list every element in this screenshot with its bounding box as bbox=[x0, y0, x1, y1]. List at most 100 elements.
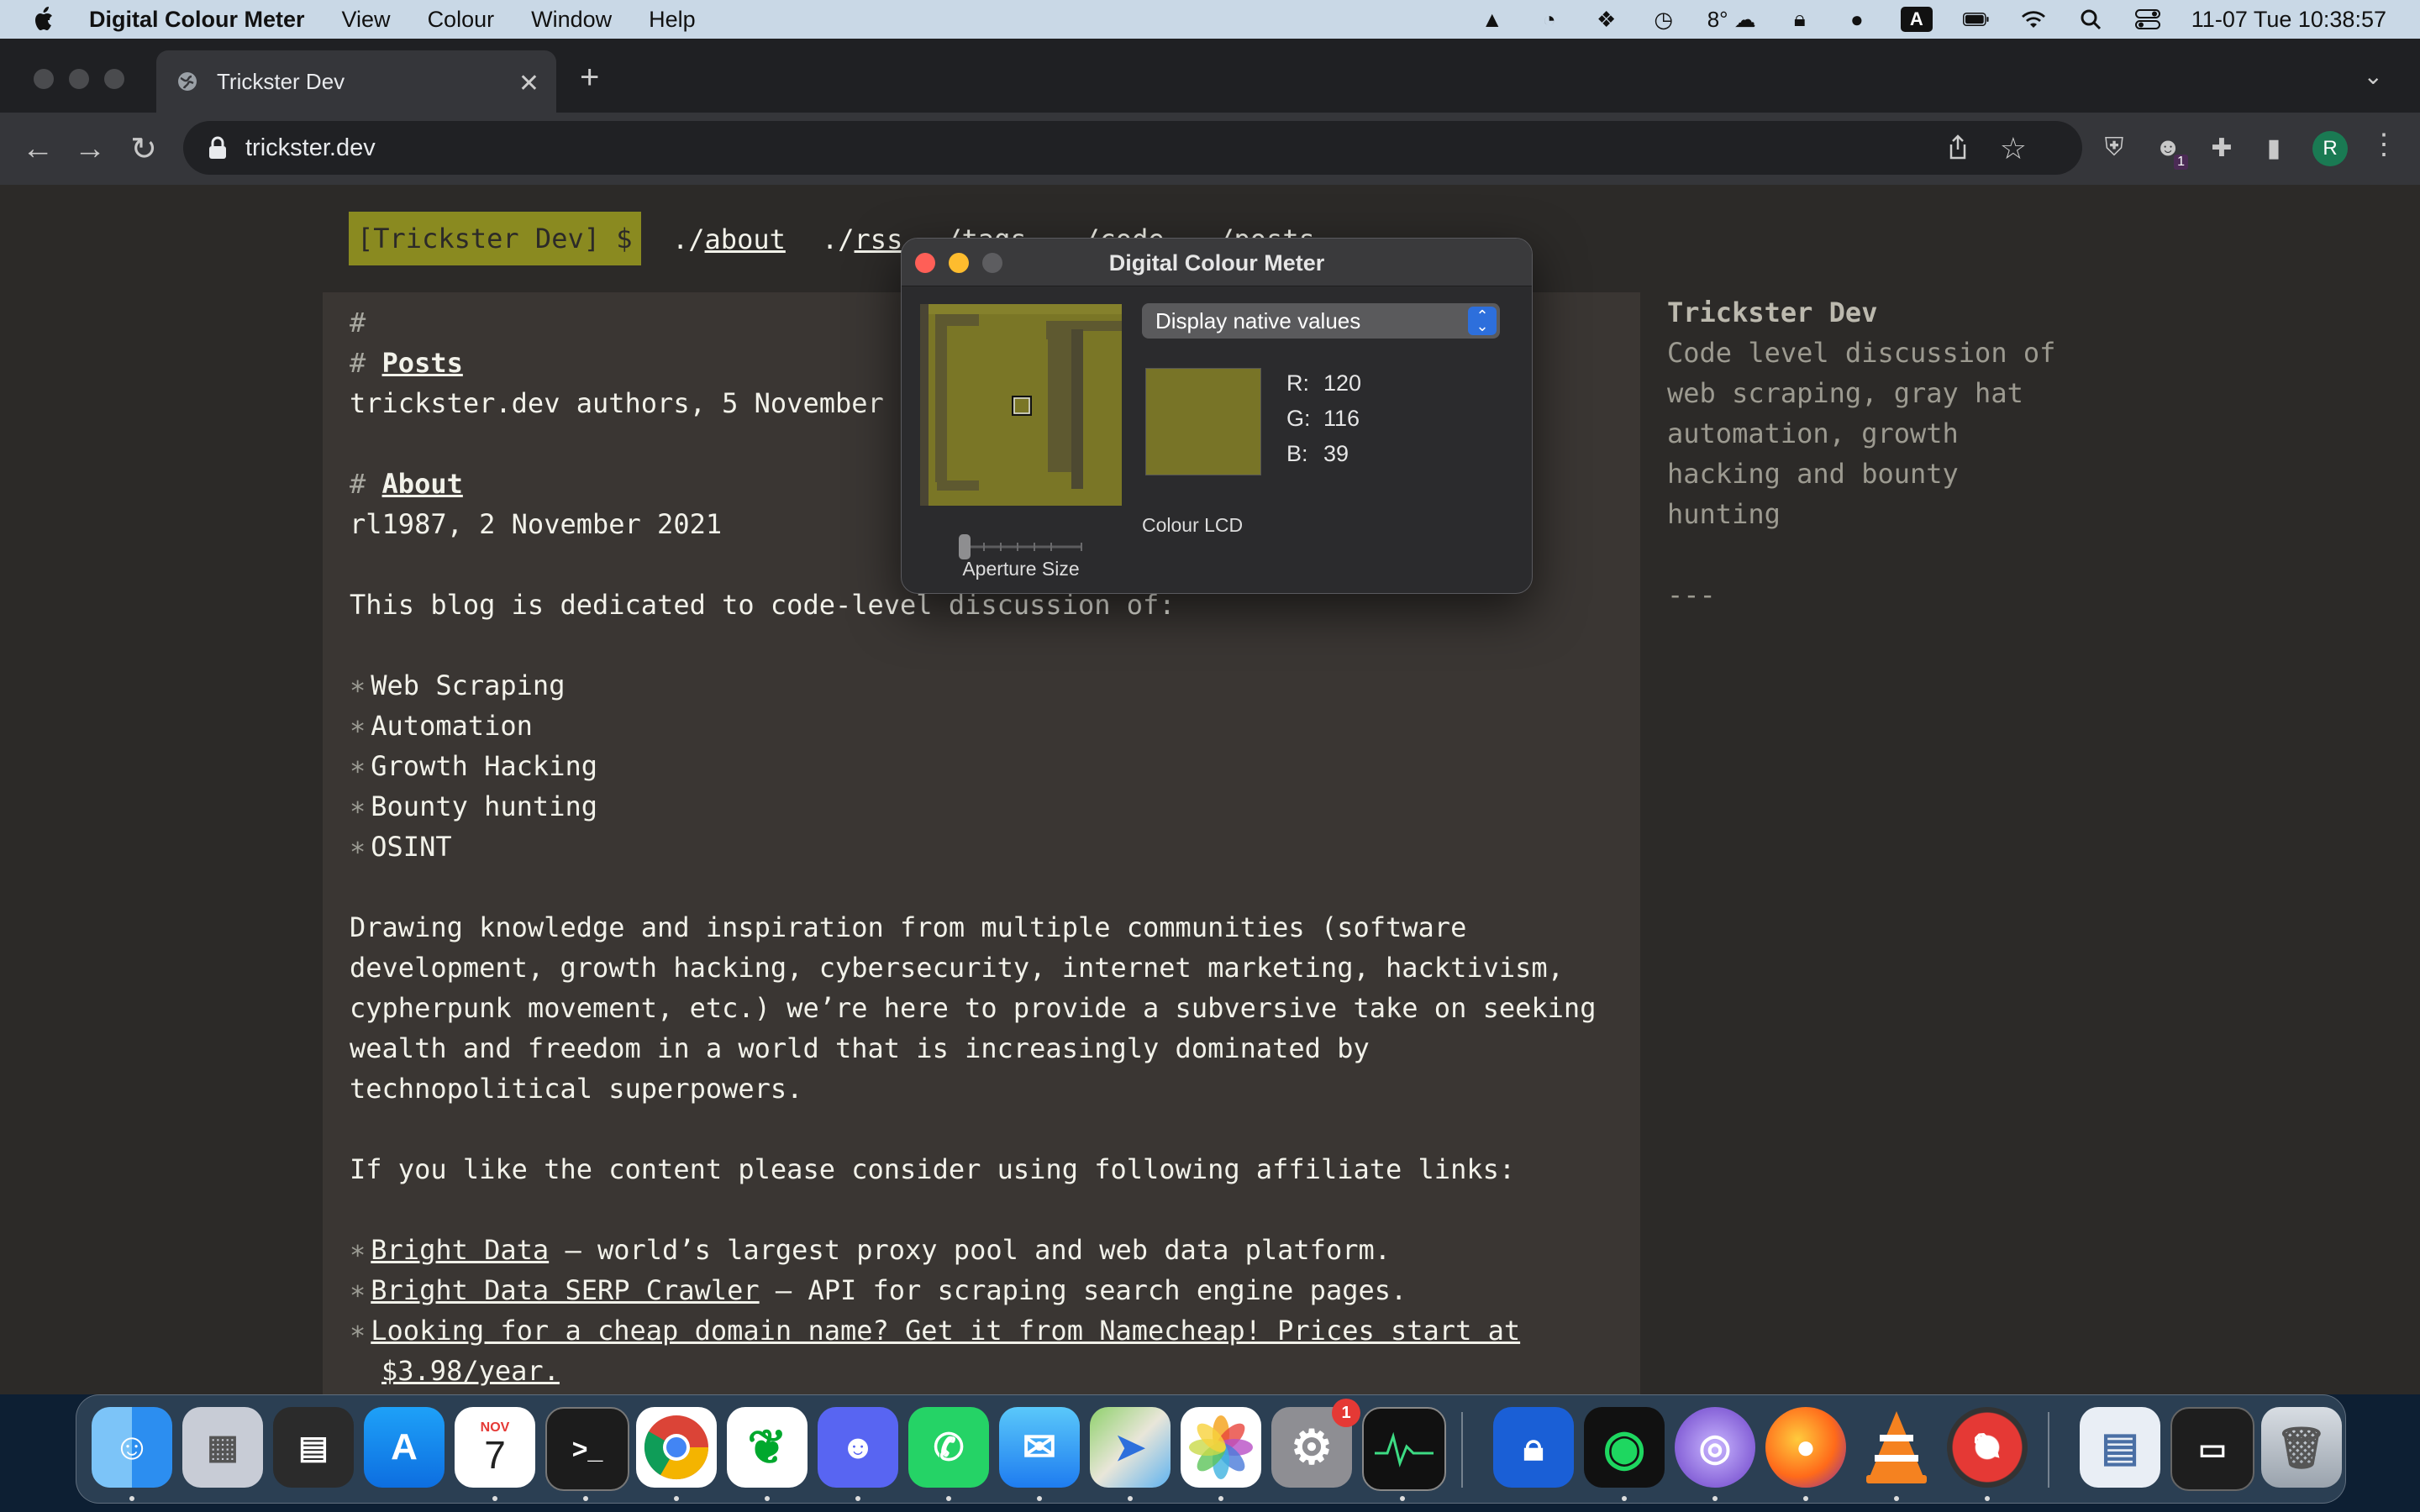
affiliate-link-serp-crawler[interactable]: Bright Data SERP Crawler bbox=[371, 1274, 759, 1306]
dock-photos-icon[interactable] bbox=[1181, 1407, 1261, 1488]
affiliate-item: ∗ Bright Data SERP Crawler – API for scra… bbox=[350, 1270, 1407, 1310]
bullet-asterisk-icon: ∗ bbox=[350, 710, 366, 742]
reload-icon[interactable]: ↻ bbox=[123, 128, 165, 170]
magnifier-preview bbox=[920, 304, 1122, 506]
dock-instruments-icon[interactable]: ✎ bbox=[1947, 1407, 2028, 1488]
battery-icon[interactable] bbox=[1962, 7, 1990, 32]
dock-activity-monitor-icon[interactable] bbox=[1362, 1407, 1446, 1491]
dock-spotify-icon[interactable]: ◉ bbox=[1584, 1407, 1665, 1488]
bookmark-star-icon[interactable]: ☆ bbox=[2000, 131, 2027, 166]
affiliate-link-namecheap[interactable]: Looking for a cheap domain name? Get it … bbox=[371, 1315, 1520, 1347]
affiliate-link-bright-data[interactable]: Bright Data bbox=[371, 1234, 549, 1266]
dropbox-icon[interactable]: ❖ bbox=[1593, 7, 1620, 32]
dock-maps-icon[interactable]: ➤ bbox=[1090, 1407, 1171, 1488]
nav-link-rss[interactable]: ./rss bbox=[822, 223, 902, 255]
menu-help[interactable]: Help bbox=[649, 7, 696, 33]
magnified-pixels bbox=[920, 304, 1122, 506]
green-label: G: bbox=[1286, 406, 1311, 431]
menu-window[interactable]: Window bbox=[531, 7, 612, 33]
sidebar-line: web scraping, gray hat bbox=[1667, 377, 2023, 409]
evernote-status-icon[interactable]: ● bbox=[1844, 7, 1870, 32]
timer-icon[interactable]: ◷ bbox=[1650, 7, 1677, 32]
dock-documents-folder-icon[interactable]: ▤ bbox=[2080, 1407, 2160, 1488]
share-icon[interactable] bbox=[1943, 133, 1973, 163]
running-indicator bbox=[1128, 1496, 1133, 1501]
menu-colour[interactable]: Colour bbox=[428, 7, 495, 33]
temperature-text: 8° bbox=[1707, 6, 1728, 32]
vlc-status-icon[interactable]: ▲ bbox=[1479, 7, 1506, 32]
side-panel-icon[interactable]: ▮ bbox=[2257, 131, 2291, 165]
dock-launchpad-icon[interactable]: ▦ bbox=[182, 1407, 263, 1488]
running-indicator bbox=[946, 1496, 951, 1501]
tab-strip: Trickster Dev ✕ + ⌄ bbox=[0, 39, 2420, 113]
dock-system-settings-icon[interactable]: ⚙ 1 bbox=[1271, 1399, 1360, 1488]
hash-mark: # bbox=[350, 468, 366, 500]
running-indicator bbox=[855, 1496, 860, 1501]
app-menu[interactable]: Digital Colour Meter bbox=[89, 7, 305, 33]
dock-mission-control-icon[interactable]: ▤ bbox=[273, 1407, 354, 1488]
weather-widget[interactable]: 8° ☁ bbox=[1707, 7, 1756, 32]
site-logo[interactable]: [Trickster Dev] $ bbox=[349, 212, 641, 265]
posts-heading-link[interactable]: Posts bbox=[382, 347, 463, 379]
profile-avatar[interactable]: R bbox=[2312, 131, 2348, 166]
control-center-icon[interactable] bbox=[2134, 7, 2161, 32]
url-text[interactable]: trickster.dev bbox=[245, 134, 376, 162]
window-close-button[interactable] bbox=[34, 69, 54, 89]
sync-status-icon[interactable]: ◔ bbox=[1536, 7, 1563, 32]
dock-whatsapp-icon[interactable]: ✆ bbox=[908, 1407, 989, 1488]
dock-app-store-icon[interactable]: A bbox=[364, 1407, 445, 1488]
paragraph-line: wealth and freedom in a world that is in… bbox=[350, 1032, 1370, 1064]
blue-value: 39 bbox=[1323, 441, 1349, 466]
tab-trickster-dev[interactable]: Trickster Dev ✕ bbox=[156, 50, 556, 113]
dock-terminal-icon[interactable]: >_ bbox=[545, 1407, 629, 1491]
paragraph-line: development, growth hacking, cybersecuri… bbox=[350, 952, 1564, 984]
dock-tor-browser-icon[interactable]: ◎ bbox=[1675, 1407, 1755, 1488]
forward-arrow-icon[interactable]: → bbox=[69, 128, 111, 170]
ghostery-extension-icon[interactable]: ☻ 1 bbox=[2151, 131, 2188, 170]
padlock-icon[interactable] bbox=[207, 135, 229, 160]
dock-1password-icon[interactable]: 🔒︎ bbox=[1493, 1407, 1574, 1488]
input-source-indicator[interactable]: A bbox=[1900, 7, 1933, 32]
aperture-size-label: Aperture Size bbox=[962, 558, 1080, 580]
affiliate-link-namecheap-cont[interactable]: $3.98/year. bbox=[381, 1351, 560, 1391]
lock-icon[interactable]: 🔒︎ bbox=[1786, 6, 1813, 32]
aperture-size-slider[interactable] bbox=[959, 534, 1085, 559]
dock-screenshot-stack-icon[interactable]: ▭ bbox=[2170, 1407, 2254, 1491]
extensions-puzzle-icon[interactable]: ✚ bbox=[2205, 131, 2238, 165]
window-zoom-button[interactable] bbox=[104, 69, 124, 89]
browser-menu-icon[interactable]: ⋮ bbox=[2370, 128, 2398, 161]
ublock-shield-icon[interactable]: ⛨ bbox=[2097, 131, 2131, 165]
value-mode-popup[interactable]: Display native values ⌃ ⌄ bbox=[1142, 303, 1500, 339]
nav-link-about[interactable]: ./about bbox=[672, 223, 786, 255]
window-minimize-button[interactable] bbox=[69, 69, 89, 89]
dock-calendar-icon[interactable]: NOV 7 bbox=[455, 1407, 535, 1488]
apple-menu-icon[interactable] bbox=[32, 5, 57, 34]
dock-evernote-icon[interactable]: ❦ bbox=[727, 1407, 808, 1488]
dock-discord-icon[interactable]: ☻ bbox=[818, 1407, 898, 1488]
menu-clock[interactable]: 11-07 Tue 10:38:57 bbox=[2191, 7, 2386, 33]
about-heading-link[interactable]: About bbox=[382, 468, 463, 500]
affiliate-desc: – API for scraping search engine pages. bbox=[759, 1274, 1407, 1306]
dcm-titlebar[interactable]: Digital Colour Meter bbox=[902, 239, 1532, 286]
dock-trash-icon[interactable]: 🗑︎ bbox=[2261, 1407, 2342, 1488]
dock-firefox-icon[interactable]: ● bbox=[1765, 1407, 1846, 1488]
nav-label: rss bbox=[854, 223, 903, 255]
hash-mark: # bbox=[350, 347, 366, 379]
dock-vlc-icon[interactable] bbox=[1856, 1407, 1937, 1488]
running-indicator bbox=[1803, 1496, 1808, 1501]
menu-view[interactable]: View bbox=[342, 7, 391, 33]
aperture-slider-knob[interactable] bbox=[959, 534, 971, 559]
address-bar[interactable]: trickster.dev ☆ bbox=[183, 121, 2082, 175]
list-item: ∗ Automation bbox=[350, 706, 533, 746]
posts-meta: trickster.dev authors, 5 November bbox=[350, 387, 884, 419]
dock-mail-icon[interactable]: ✉ bbox=[999, 1407, 1080, 1488]
tab-close-icon[interactable]: ✕ bbox=[518, 69, 539, 98]
dock-chrome-icon[interactable] bbox=[636, 1407, 717, 1488]
spotlight-search-icon[interactable] bbox=[2077, 7, 2104, 32]
back-arrow-icon[interactable]: ← bbox=[17, 128, 59, 170]
tab-search-chevron-icon[interactable]: ⌄ bbox=[2364, 62, 2383, 90]
wifi-icon[interactable] bbox=[2020, 7, 2047, 32]
dock-finder-icon[interactable]: ☺ bbox=[92, 1407, 172, 1488]
empty-heading-hash: # bbox=[350, 307, 366, 339]
new-tab-icon[interactable]: + bbox=[580, 59, 599, 97]
